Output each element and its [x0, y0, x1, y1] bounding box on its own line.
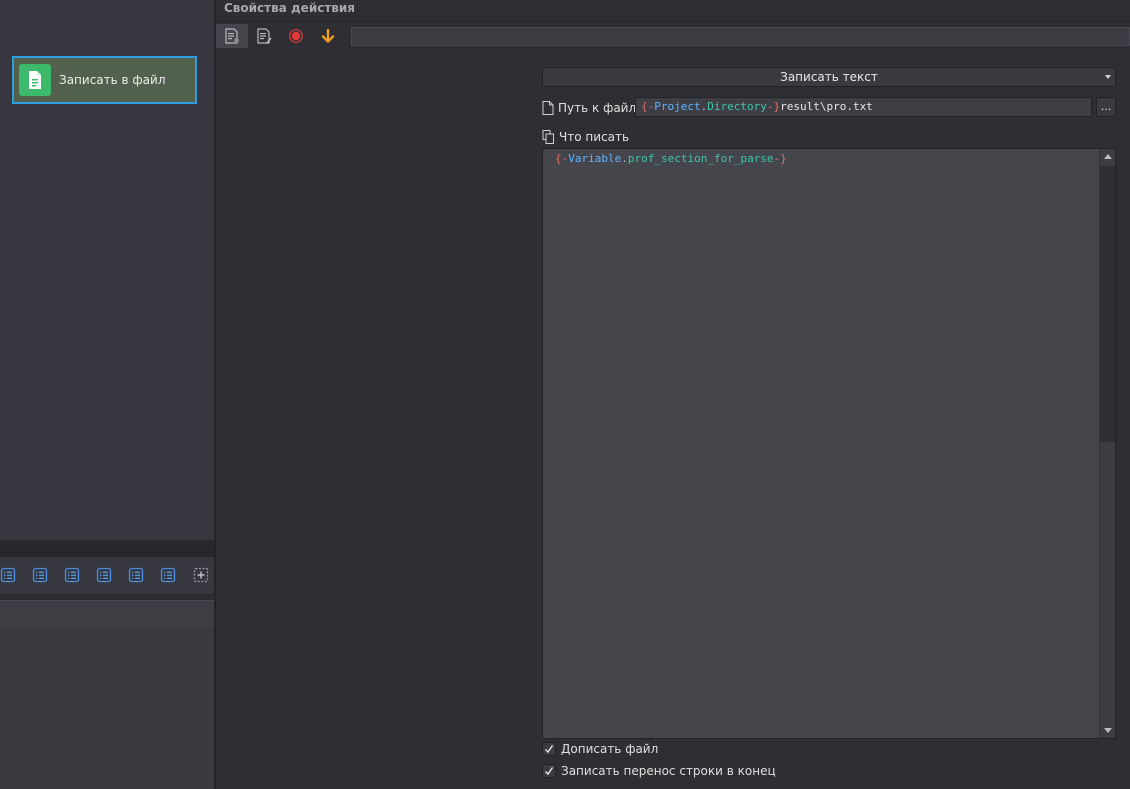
token-text: result\pro.txt — [780, 100, 873, 113]
browse-button[interactable]: ... — [1096, 97, 1116, 117]
list-icon[interactable] — [32, 567, 48, 583]
write-text-area[interactable]: {-Variable.prof_section_for_parse-} — [542, 148, 1116, 739]
newline-checkbox[interactable] — [542, 764, 556, 778]
scroll-down-icon[interactable] — [1104, 728, 1112, 733]
properties-icon — [225, 28, 239, 44]
text-scrollbar[interactable] — [1099, 149, 1115, 738]
path-label-row: Путь к файлу — [542, 99, 643, 117]
edit-icon — [257, 28, 272, 44]
record-button[interactable] — [280, 24, 312, 48]
append-file-checkbox[interactable] — [542, 742, 556, 756]
file-path-input[interactable]: {-Project.Directory-}result\pro.txt — [635, 97, 1092, 117]
token-scope: Project — [654, 100, 701, 113]
properties-button[interactable] — [216, 24, 248, 48]
newline-label: Записать перенос строки в конец — [561, 764, 776, 778]
copy-icon — [542, 130, 554, 144]
newline-option[interactable]: Записать перенос строки в конец — [542, 763, 776, 779]
token-close: -} — [773, 152, 787, 165]
step-down-button[interactable] — [312, 24, 344, 48]
panel-title: Свойства действия — [224, 1, 356, 15]
left-scroll-strip — [0, 540, 214, 557]
list-icon[interactable] — [128, 567, 144, 583]
token-scope: Variable — [568, 152, 622, 165]
chevron-down-icon — [1105, 75, 1111, 79]
left-secondary-header — [0, 601, 214, 628]
list-icon[interactable] — [160, 567, 176, 583]
list-icon[interactable] — [96, 567, 112, 583]
token-close: -} — [766, 100, 781, 113]
write-label: Что писать — [559, 130, 630, 144]
properties-toolbar — [216, 22, 1130, 50]
edit-button[interactable] — [248, 24, 280, 48]
document-icon — [19, 64, 51, 96]
action-name-input[interactable] — [351, 27, 1130, 46]
scroll-thumb[interactable] — [1100, 166, 1115, 442]
left-bottom-panel — [0, 628, 214, 789]
action-type-value: Записать текст — [780, 70, 878, 84]
list-icon[interactable] — [64, 567, 80, 583]
append-file-option[interactable]: Дописать файл — [542, 741, 658, 757]
write-text-value: {-Variable.prof_section_for_parse-} — [555, 152, 787, 165]
action-node-write-to-file[interactable]: Записать в файл — [12, 56, 197, 104]
action-node-label: Записать в файл — [59, 73, 166, 87]
token-dot: . — [621, 152, 628, 165]
token-name: Directory — [707, 100, 767, 113]
token-name: prof_section_for_parse — [627, 152, 774, 165]
record-icon — [289, 29, 303, 43]
path-label: Путь к файлу — [558, 101, 644, 115]
write-label-row: Что писать — [542, 128, 629, 146]
arrow-down-icon — [321, 28, 335, 43]
scroll-up-icon[interactable] — [1104, 154, 1112, 159]
left-toolbar — [0, 557, 214, 595]
file-icon — [542, 101, 554, 115]
list-icon[interactable] — [0, 567, 16, 583]
action-type-dropdown[interactable]: Записать текст — [542, 67, 1116, 87]
project-canvas[interactable]: Записать в файл — [0, 0, 214, 540]
checkmark-icon — [545, 767, 554, 776]
checkmark-icon — [545, 745, 554, 754]
token-open: {- — [641, 100, 655, 113]
action-properties-panel: Свойства действия Записать текст Путь к … — [216, 0, 1130, 789]
token-open: {- — [555, 152, 569, 165]
append-file-label: Дописать файл — [561, 742, 659, 756]
add-box-icon[interactable] — [193, 567, 209, 583]
left-pane: Записать в файл — [0, 0, 214, 789]
